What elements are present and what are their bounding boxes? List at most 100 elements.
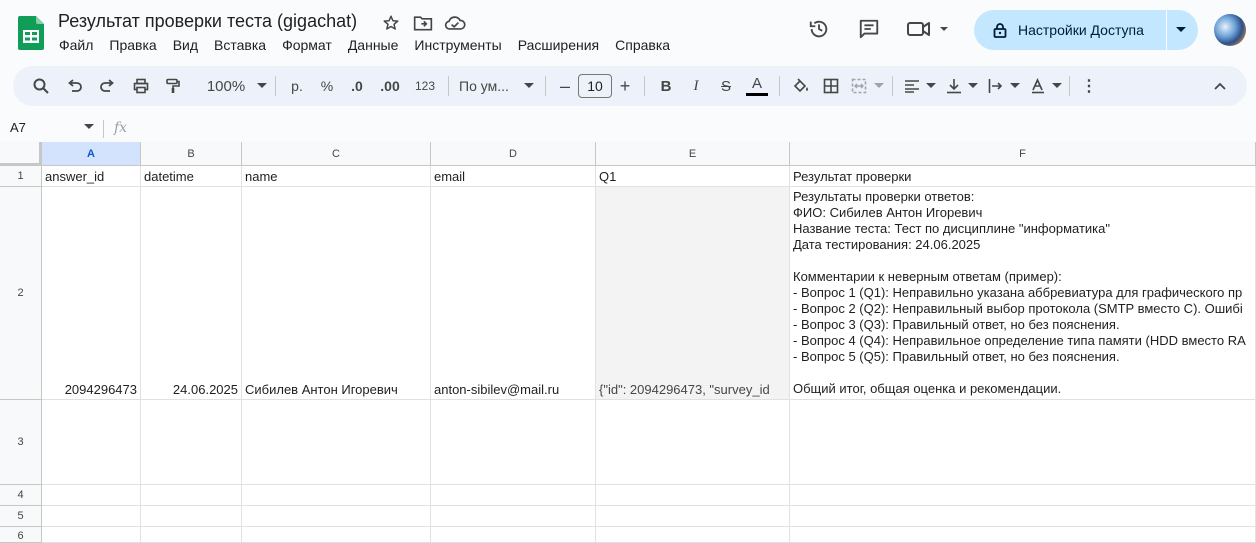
row-header-5[interactable]: 5 <box>0 506 42 527</box>
search-icon[interactable] <box>27 72 55 100</box>
share-button[interactable]: Настройки Доступа <box>974 10 1198 50</box>
currency-format-button[interactable]: р. <box>282 72 312 100</box>
paint-format-icon[interactable] <box>159 72 187 100</box>
cell-b4[interactable] <box>141 485 242 506</box>
cell-e1[interactable]: Q1 <box>596 166 790 187</box>
cell-a6[interactable] <box>42 527 141 543</box>
cell-c1[interactable]: name <box>242 166 431 187</box>
cell-a3[interactable] <box>42 400 141 485</box>
column-header-e[interactable]: E <box>596 142 790 166</box>
horizontal-align-icon[interactable] <box>899 72 925 100</box>
cell-f1[interactable]: Результат проверки <box>790 166 1256 187</box>
zoom-dropdown-icon[interactable] <box>255 72 269 100</box>
decrease-decimal-button[interactable]: .0 <box>342 72 372 100</box>
strikethrough-icon[interactable]: S <box>711 72 741 100</box>
cloud-saved-icon[interactable] <box>444 12 466 34</box>
cell-d5[interactable] <box>431 506 596 527</box>
cell-b3[interactable] <box>141 400 242 485</box>
menu-format[interactable]: Формат <box>282 37 332 53</box>
percent-format-button[interactable]: % <box>312 72 342 100</box>
comments-icon[interactable] <box>856 16 882 42</box>
row-header-3[interactable]: 3 <box>0 400 42 485</box>
row-header-1[interactable]: 1 <box>0 166 42 187</box>
menu-edit[interactable]: Правка <box>109 37 156 53</box>
cell-f3[interactable] <box>790 400 1256 485</box>
italic-button[interactable]: I <box>681 72 711 100</box>
text-wrap-dropdown-icon[interactable] <box>1009 72 1021 100</box>
cell-d4[interactable] <box>431 485 596 506</box>
vertical-align-icon[interactable] <box>941 72 967 100</box>
cell-a5[interactable] <box>42 506 141 527</box>
column-header-d[interactable]: D <box>431 142 596 166</box>
collapse-toolbar-icon[interactable] <box>1207 72 1233 100</box>
undo-icon[interactable] <box>61 72 89 100</box>
menu-view[interactable]: Вид <box>173 37 198 53</box>
cell-b5[interactable] <box>141 506 242 527</box>
increase-font-size-icon[interactable]: + <box>612 72 638 100</box>
cell-c3[interactable] <box>242 400 431 485</box>
menu-extensions[interactable]: Расширения <box>518 37 599 53</box>
cell-c2[interactable]: Сибилев Антон Игоревич <box>242 187 431 400</box>
merge-cells-icon[interactable] <box>846 72 872 100</box>
cell-d3[interactable] <box>431 400 596 485</box>
menu-insert[interactable]: Вставка <box>214 37 266 53</box>
menu-help[interactable]: Справка <box>615 37 670 53</box>
font-family-dropdown-icon[interactable] <box>519 72 539 100</box>
column-header-b[interactable]: B <box>141 142 242 166</box>
cell-c5[interactable] <box>242 506 431 527</box>
cell-f5[interactable] <box>790 506 1256 527</box>
share-dropdown-icon[interactable] <box>1176 27 1186 33</box>
cell-d2[interactable]: anton-sibilev@mail.ru <box>431 187 596 400</box>
text-rotation-dropdown-icon[interactable] <box>1051 72 1063 100</box>
vertical-align-dropdown-icon[interactable] <box>967 72 979 100</box>
fill-color-icon[interactable] <box>786 72 816 100</box>
font-family-select[interactable]: По ум... <box>455 72 519 100</box>
menu-data[interactable]: Данные <box>348 37 399 53</box>
cell-e4[interactable] <box>596 485 790 506</box>
row-header-2[interactable]: 2 <box>0 187 42 400</box>
column-header-f[interactable]: F <box>790 142 1256 166</box>
row-header-4[interactable]: 4 <box>0 485 42 506</box>
cell-c4[interactable] <box>242 485 431 506</box>
menu-tools[interactable]: Инструменты <box>414 37 501 53</box>
borders-icon[interactable] <box>816 72 846 100</box>
version-history-icon[interactable] <box>806 16 832 42</box>
number-format-button[interactable]: 123 <box>408 72 442 100</box>
cell-d6[interactable] <box>431 527 596 543</box>
cell-b6[interactable] <box>141 527 242 543</box>
decrease-font-size-icon[interactable]: – <box>552 72 578 100</box>
avatar[interactable] <box>1214 14 1246 46</box>
cell-f6[interactable] <box>790 527 1256 543</box>
cell-e2[interactable]: {"id": 2094296473, "survey_id <box>596 187 790 400</box>
text-rotation-icon[interactable] <box>1025 72 1051 100</box>
cell-f4[interactable] <box>790 485 1256 506</box>
move-to-folder-icon[interactable] <box>412 12 434 34</box>
cell-c6[interactable] <box>242 527 431 543</box>
row-header-6[interactable]: 6 <box>0 527 42 543</box>
cell-e6[interactable] <box>596 527 790 543</box>
cell-f2[interactable]: Результаты проверки ответов: ФИО: Сибиле… <box>790 187 1256 400</box>
cell-b2[interactable]: 24.06.2025 <box>141 187 242 400</box>
text-wrap-icon[interactable] <box>983 72 1009 100</box>
text-color-button[interactable]: A <box>741 72 773 100</box>
star-icon[interactable] <box>380 12 402 34</box>
increase-decimal-button[interactable]: .00 <box>372 72 408 100</box>
cell-d1[interactable]: email <box>431 166 596 187</box>
merge-dropdown-icon[interactable] <box>872 72 886 100</box>
column-header-a[interactable]: A <box>42 142 141 166</box>
cell-a2[interactable]: 2094296473 <box>42 187 141 400</box>
select-all-corner[interactable] <box>0 142 42 166</box>
redo-icon[interactable] <box>93 72 121 100</box>
name-box[interactable]: A7 <box>10 120 26 135</box>
cell-e5[interactable] <box>596 506 790 527</box>
font-size-input[interactable]: 10 <box>578 74 612 98</box>
sheets-logo-icon[interactable] <box>18 16 44 50</box>
menu-file[interactable]: Файл <box>59 37 93 53</box>
column-header-c[interactable]: C <box>242 142 431 166</box>
document-title[interactable]: Результат проверки теста (gigachat) <box>58 11 357 32</box>
horizontal-align-dropdown-icon[interactable] <box>925 72 937 100</box>
cell-b1[interactable]: datetime <box>141 166 242 187</box>
zoom-select[interactable]: 100% <box>197 72 255 100</box>
meet-video-icon[interactable] <box>906 16 950 42</box>
print-icon[interactable] <box>127 72 155 100</box>
